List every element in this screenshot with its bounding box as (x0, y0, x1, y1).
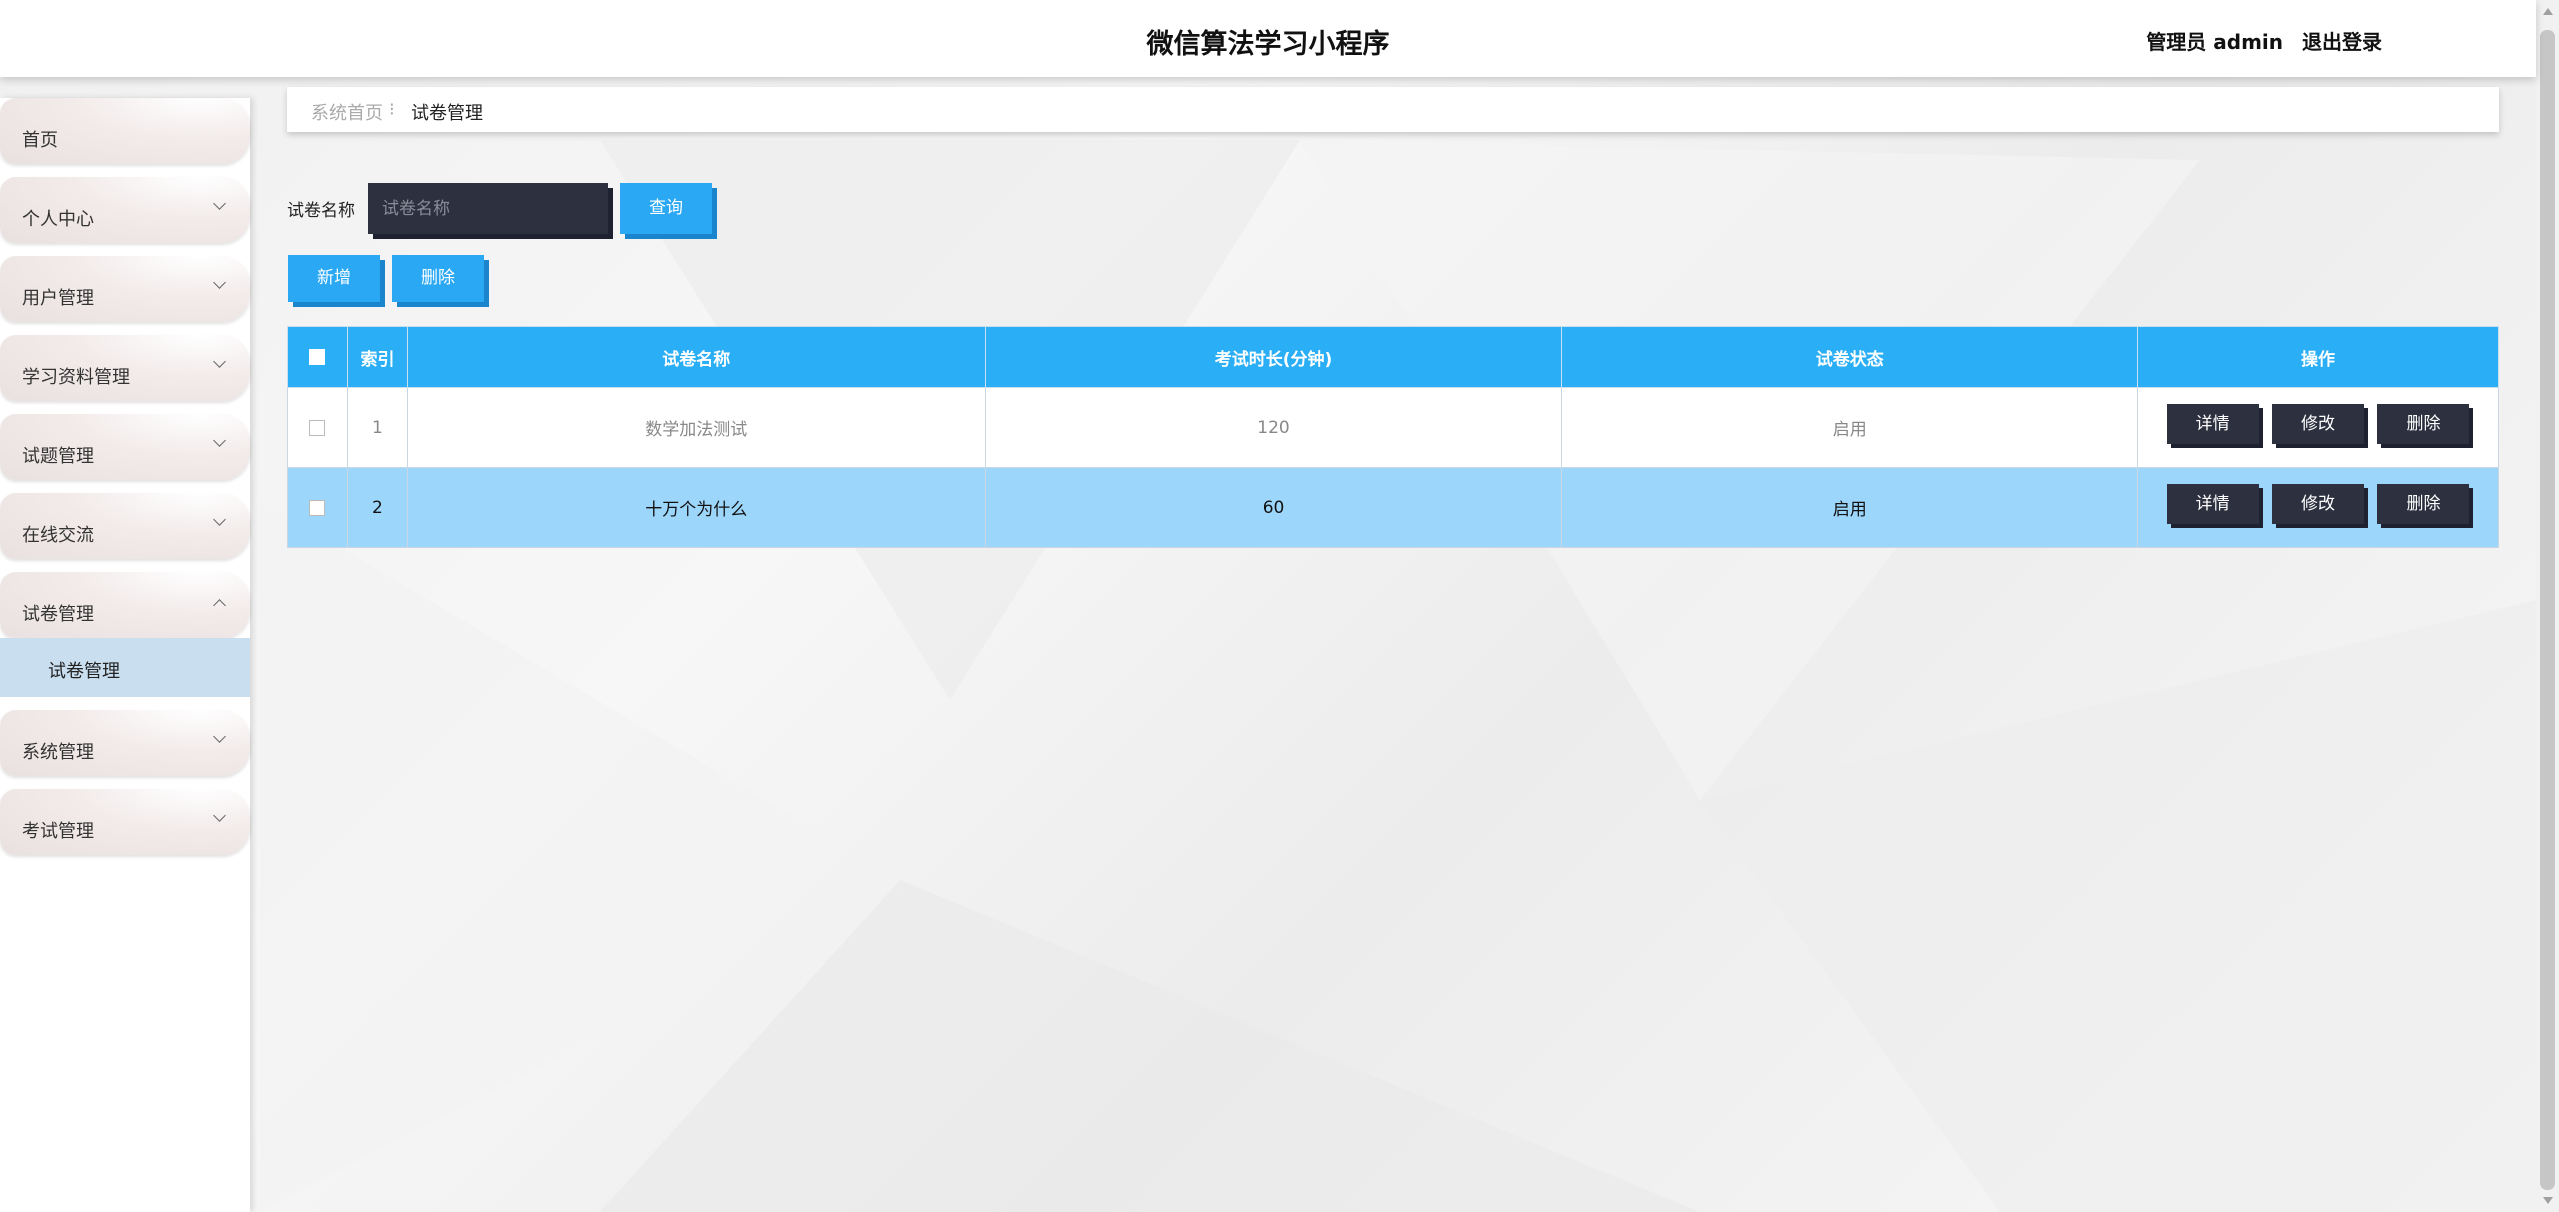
sidebar-item-exam-paper-management[interactable]: 试卷管理 (0, 572, 250, 638)
column-header-actions: 操作 (2137, 326, 2499, 388)
query-button[interactable]: 查询 (620, 183, 712, 234)
detail-button[interactable]: 详情 (2166, 403, 2259, 444)
sidebar-item-label: 试卷管理 (22, 604, 94, 625)
sidebar-item-exam-management[interactable]: 考试管理 (0, 789, 250, 855)
sidebar-item-online-chat[interactable]: 在线交流 (0, 493, 250, 559)
user-role-label: 管理员 admin (2146, 30, 2284, 54)
sidebar-item-label: 考试管理 (22, 821, 94, 842)
chevron-up-icon (213, 599, 226, 612)
cell-actions: 详情 修改 删除 (2137, 467, 2499, 548)
chevron-down-icon (213, 809, 226, 822)
top-bar: 微信算法学习小程序 管理员 admin 退出登录 (0, 0, 2536, 77)
chevron-down-icon (213, 355, 226, 368)
cell-status: 启用 (1561, 387, 2139, 468)
edit-button[interactable]: 修改 (2272, 403, 2365, 444)
column-header-status: 试卷状态 (1561, 326, 2139, 388)
sidebar: 首页 个人中心 用户管理 学习资料管理 试题管理 在线交流 试卷管理 试卷管理 … (0, 98, 250, 1212)
row-checkbox-cell (287, 467, 348, 548)
select-all-checkbox[interactable] (309, 349, 326, 365)
edit-button[interactable]: 修改 (2272, 483, 2365, 524)
chevron-down-icon (213, 276, 226, 289)
table-row[interactable]: 2 十万个为什么 60 启用 详情 修改 删除 (287, 467, 2499, 548)
cell-duration: 120 (984, 387, 1563, 468)
sidebar-item-label: 试题管理 (22, 446, 94, 467)
cell-index: 1 (346, 387, 408, 468)
sidebar-subitem-exam-paper-management[interactable]: 试卷管理 (0, 638, 250, 697)
sidebar-subitem-label: 试卷管理 (48, 661, 120, 682)
cell-name: 数学加法测试 (406, 387, 986, 468)
detail-button[interactable]: 详情 (2166, 483, 2259, 524)
chevron-down-icon (213, 434, 226, 447)
row-delete-button[interactable]: 删除 (2377, 483, 2470, 524)
table-header-row: 索引 试卷名称 考试时长(分钟) 试卷状态 操作 (287, 326, 2499, 388)
breadcrumb-separator: ⁝ (389, 99, 395, 120)
cell-duration: 60 (984, 467, 1563, 548)
sidebar-item-personal-center[interactable]: 个人中心 (0, 177, 250, 243)
cell-name: 十万个为什么 (406, 467, 986, 548)
sidebar-item-label: 个人中心 (22, 209, 94, 230)
sidebar-item-system-management[interactable]: 系统管理 (0, 710, 250, 776)
select-all-cell (287, 326, 348, 388)
sidebar-item-label: 首页 (22, 130, 58, 151)
logout-link[interactable]: 退出登录 (2302, 30, 2382, 54)
delete-button[interactable]: 删除 (392, 255, 484, 302)
search-input[interactable] (368, 183, 608, 234)
search-label: 试卷名称 (287, 201, 355, 221)
row-delete-button[interactable]: 删除 (2377, 403, 2470, 444)
row-checkbox-cell (287, 387, 348, 468)
breadcrumb-home-link[interactable]: 系统首页 (311, 99, 383, 125)
chevron-down-icon (213, 513, 226, 526)
column-header-duration: 考试时长(分钟) (984, 326, 1563, 388)
scroll-thumb[interactable] (2540, 30, 2555, 1190)
sidebar-item-learning-materials[interactable]: 学习资料管理 (0, 335, 250, 401)
add-button[interactable]: 新增 (288, 255, 380, 302)
vertical-scrollbar[interactable] (2536, 0, 2559, 1212)
exam-paper-table: 索引 试卷名称 考试时长(分钟) 试卷状态 操作 1 数学加法测试 120 启用… (287, 326, 2499, 548)
sidebar-item-label: 学习资料管理 (22, 367, 130, 388)
breadcrumb: 系统首页 ⁝ 试卷管理 (287, 87, 2499, 132)
background-pattern (260, 140, 2536, 1212)
scroll-up-icon[interactable] (2543, 8, 2553, 15)
sidebar-item-label: 系统管理 (22, 742, 94, 763)
sidebar-item-question-management[interactable]: 试题管理 (0, 414, 250, 480)
sidebar-item-label: 在线交流 (22, 525, 94, 546)
cell-actions: 详情 修改 删除 (2137, 387, 2499, 468)
breadcrumb-current: 试卷管理 (411, 103, 483, 124)
user-area: 管理员 admin 退出登录 (2146, 26, 2382, 55)
chevron-down-icon (213, 730, 226, 743)
column-header-name: 试卷名称 (406, 326, 986, 388)
sidebar-item-label: 用户管理 (22, 288, 94, 309)
scroll-down-icon[interactable] (2543, 1197, 2553, 1204)
table-row[interactable]: 1 数学加法测试 120 启用 详情 修改 删除 (287, 387, 2499, 468)
cell-index: 2 (346, 467, 408, 548)
sidebar-item-home[interactable]: 首页 (0, 98, 250, 164)
row-checkbox[interactable] (309, 419, 326, 436)
column-header-index: 索引 (346, 326, 408, 388)
chevron-down-icon (213, 197, 226, 210)
sidebar-item-user-management[interactable]: 用户管理 (0, 256, 250, 322)
row-checkbox[interactable] (309, 499, 326, 516)
cell-status: 启用 (1561, 467, 2139, 548)
